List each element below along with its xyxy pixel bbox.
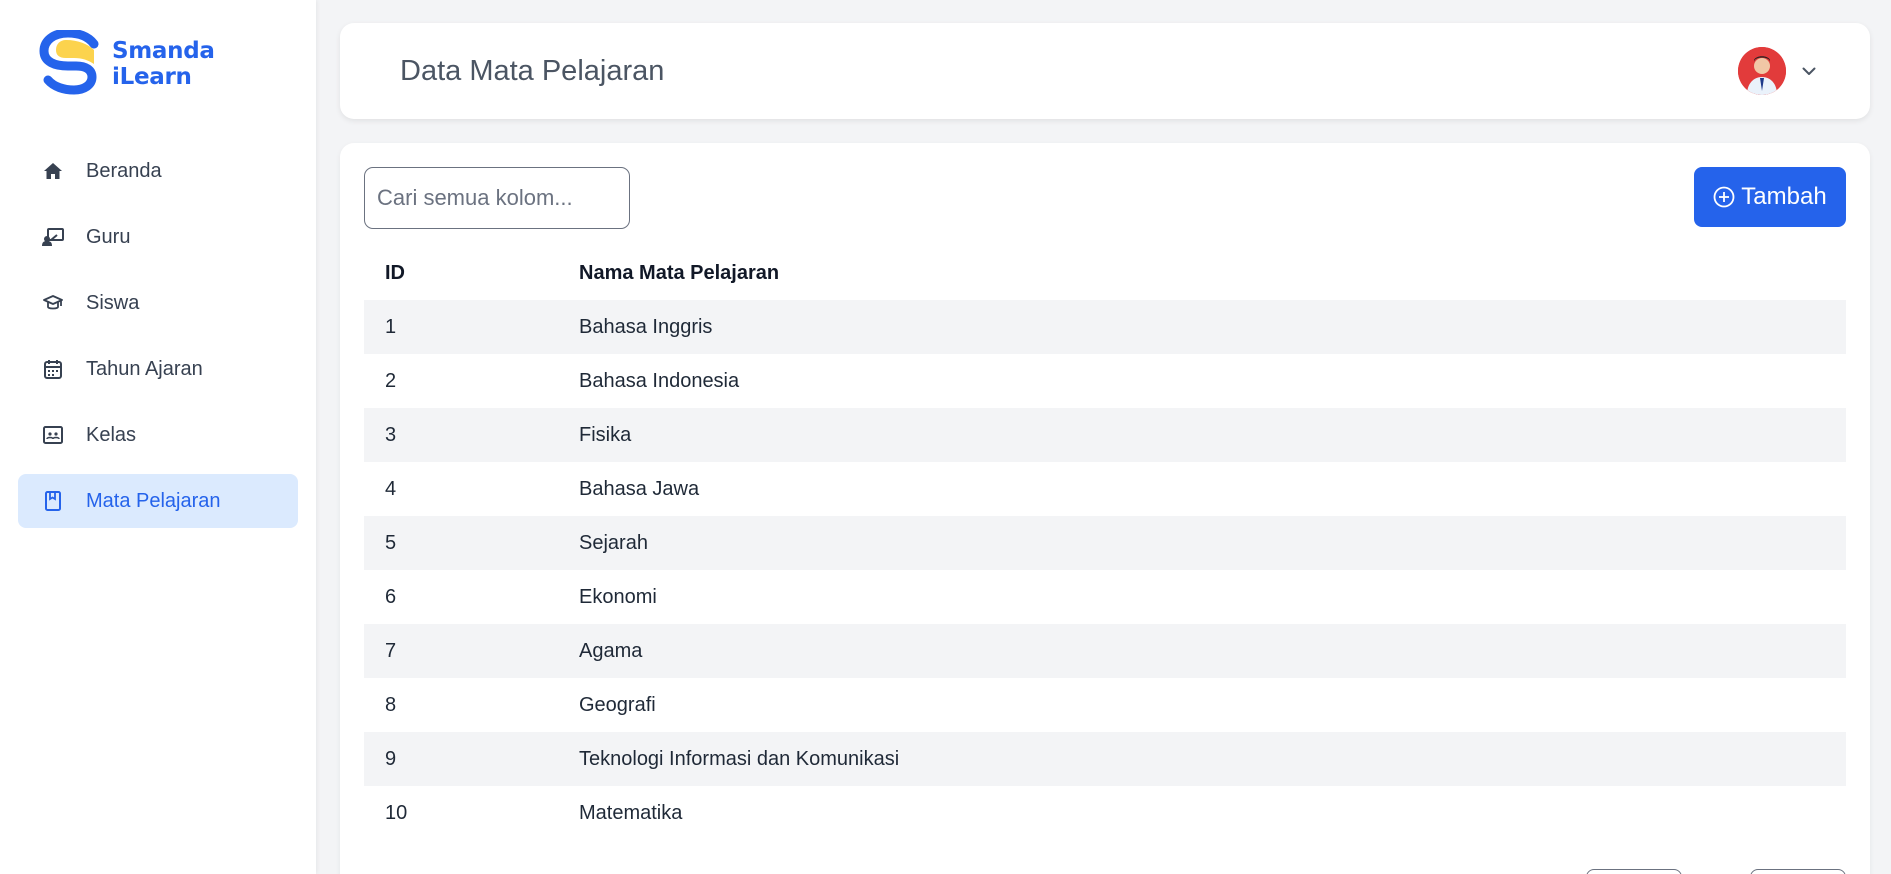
page-header: Data Mata Pelajaran	[340, 23, 1870, 119]
cell-id: 2	[385, 369, 397, 392]
page-title: Data Mata Pelajaran	[400, 55, 665, 87]
user-menu[interactable]	[1738, 47, 1816, 95]
cell-id: 4	[385, 477, 397, 500]
table-header: ID Nama Mata Pelajaran	[364, 246, 1846, 300]
table-body: 1 Bahasa Inggris 2 Bahasa Indonesia 3 Fisik…	[364, 300, 1846, 840]
column-header-id[interactable]: ID	[364, 262, 579, 285]
table-row[interactable]: 6 Ekonomi	[364, 570, 1846, 624]
subjects-card: Tambah ID Nama Mata Pelajaran 1 Bahasa In…	[340, 143, 1870, 874]
sidebar-nav: Beranda Guru Siswa Tahun Ajaran Kelas Ma…	[18, 144, 298, 540]
cell-name: Fisika	[579, 423, 632, 446]
logo-line-2: iLearn	[112, 64, 192, 90]
table-row[interactable]: 10 Matematika	[364, 786, 1846, 840]
sidebar-item-label: Beranda	[86, 159, 162, 182]
classroom-icon	[42, 424, 64, 446]
cell-name: Ekonomi	[579, 585, 657, 608]
search-input[interactable]	[364, 167, 630, 229]
sidebar-item-label: Kelas	[86, 423, 137, 446]
pagination-next-button[interactable]	[1750, 869, 1846, 874]
table-row[interactable]: 7 Agama	[364, 624, 1846, 678]
sidebar-item-label: Tahun Ajaran	[86, 357, 203, 380]
sidebar-item-mata-pelajaran[interactable]: Mata Pelajaran	[18, 474, 298, 528]
teacher-icon	[42, 226, 64, 248]
add-button[interactable]: Tambah	[1694, 167, 1846, 227]
avatar[interactable]	[1738, 47, 1786, 95]
table-row[interactable]: 4 Bahasa Jawa	[364, 462, 1846, 516]
cell-id: 7	[385, 639, 397, 662]
cell-name: Agama	[579, 639, 643, 662]
add-button-label: Tambah	[1741, 183, 1827, 210]
pagination-prev-button[interactable]	[1586, 869, 1682, 874]
cell-name: Bahasa Indonesia	[579, 369, 740, 392]
cell-id: 5	[385, 531, 397, 554]
sidebar: Smanda iLearn Beranda Guru Siswa Tahun A…	[0, 0, 316, 874]
sidebar-item-label: Mata Pelajaran	[86, 489, 221, 512]
plus-circle-icon	[1713, 186, 1735, 208]
cell-id: 10	[385, 801, 408, 824]
cell-id: 3	[385, 423, 397, 446]
cell-name: Bahasa Inggris	[579, 315, 713, 338]
table-row[interactable]: 1 Bahasa Inggris	[364, 300, 1846, 354]
book-icon	[42, 490, 64, 512]
table-row[interactable]: 2 Bahasa Indonesia	[364, 354, 1846, 408]
sidebar-item-siswa[interactable]: Siswa	[18, 276, 298, 330]
column-header-name[interactable]: Nama Mata Pelajaran	[579, 262, 1846, 285]
cell-name: Bahasa Jawa	[579, 477, 700, 500]
sidebar-item-tahun-ajaran[interactable]: Tahun Ajaran	[18, 342, 298, 396]
table-row[interactable]: 9 Teknologi Informasi dan Komunikasi	[364, 732, 1846, 786]
sidebar-item-guru[interactable]: Guru	[18, 210, 298, 264]
sidebar-item-label: Siswa	[86, 291, 140, 314]
cell-id: 6	[385, 585, 397, 608]
table-row[interactable]: 3 Fisika	[364, 408, 1846, 462]
cell-name: Geografi	[579, 693, 656, 716]
cell-name: Sejarah	[579, 531, 648, 554]
sidebar-item-kelas[interactable]: Kelas	[18, 408, 298, 462]
calendar-icon	[42, 358, 64, 380]
logo-line-1: Smanda	[112, 38, 215, 64]
chevron-down-icon[interactable]	[1802, 67, 1816, 76]
sidebar-item-beranda[interactable]: Beranda	[18, 144, 298, 198]
cell-id: 1	[385, 315, 397, 338]
table-row[interactable]: 8 Geografi	[364, 678, 1846, 732]
app-logo[interactable]: Smanda iLearn	[38, 30, 215, 98]
subjects-table: ID Nama Mata Pelajaran 1 Bahasa Inggris 2…	[364, 246, 1846, 840]
logo-text: Smanda iLearn	[112, 38, 215, 90]
student-cap-icon	[42, 292, 64, 314]
sidebar-item-label: Guru	[86, 225, 131, 248]
cell-name: Teknologi Informasi dan Komunikasi	[579, 747, 900, 770]
cell-id: 9	[385, 747, 397, 770]
home-icon	[42, 160, 64, 182]
table-row[interactable]: 5 Sejarah	[364, 516, 1846, 570]
logo-mark-icon	[39, 30, 99, 95]
cell-name: Matematika	[579, 801, 683, 824]
cell-id: 8	[385, 693, 397, 716]
